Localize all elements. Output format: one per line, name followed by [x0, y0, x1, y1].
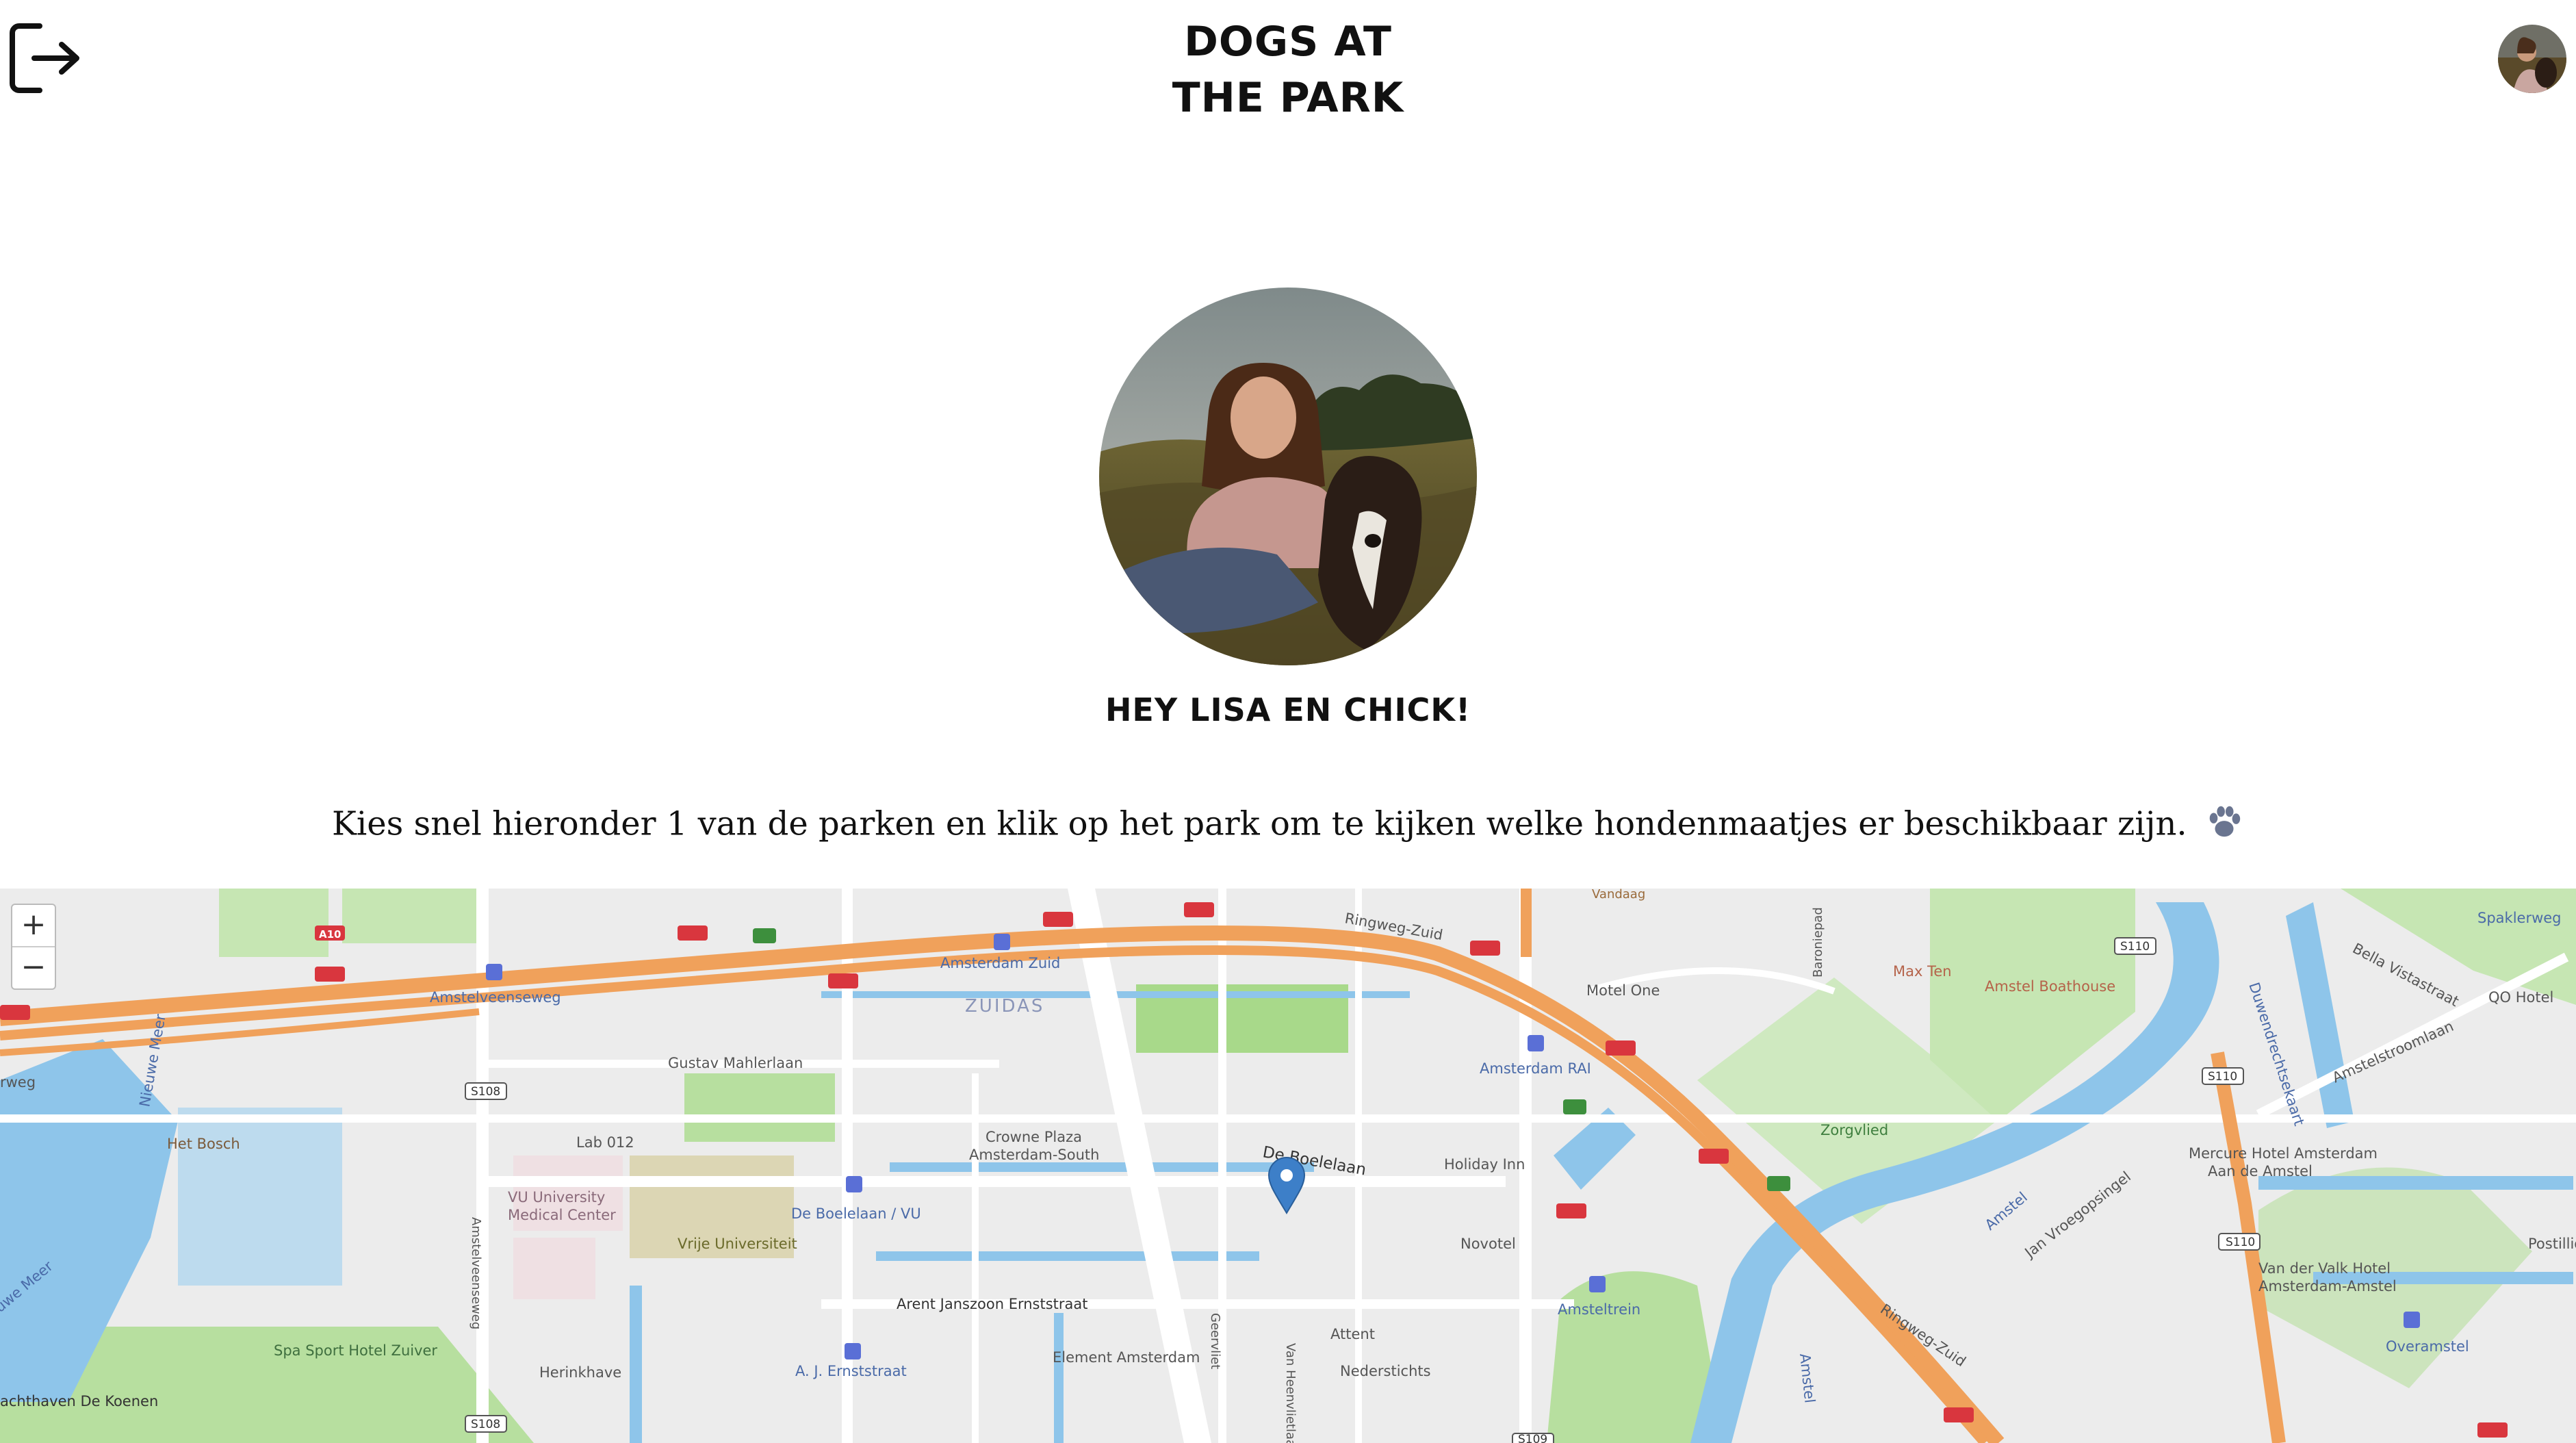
label-element-amsterdam: Element Amsterdam	[1053, 1349, 1200, 1366]
label-van-der-valk-2: Amsterdam-Amstel	[2258, 1278, 2397, 1294]
label-nieuwe-meer: Nieuwe Meer	[136, 1012, 169, 1108]
label-amsterdam-zuid: Amsterdam Zuid	[940, 955, 1060, 971]
intro-sentence: Kies snel hieronder 1 van de parken en k…	[332, 804, 2187, 843]
label-vandaag: Vandaag	[1592, 889, 1645, 902]
label-aj-ernststraat: A. J. Ernststraat	[795, 1363, 907, 1379]
zoom-control: + −	[11, 904, 56, 990]
label-vu-umc-1: VU University	[508, 1189, 605, 1205]
avatar-photo	[2498, 25, 2566, 93]
app-title-line2: THE PARK	[1172, 74, 1404, 122]
label-amstelveenseweg: Amstelveenseweg	[430, 989, 561, 1006]
shield-s110b: S110	[2208, 1070, 2237, 1084]
profile-photo	[1099, 288, 1477, 665]
label-mercure-2: Aan de Amstel	[2208, 1163, 2313, 1179]
label-vrije-universiteit: Vrije Universiteit	[678, 1236, 797, 1252]
label-de-boelelaan-vu: De Boelelaan / VU	[791, 1205, 921, 1222]
label-vu-umc-2: Medical Center	[508, 1207, 616, 1223]
label-attent: Attent	[1330, 1326, 1375, 1342]
shield-s110c: S110	[2226, 1236, 2255, 1249]
label-jan-vroegopsingel: Jan Vroegopsingel	[2021, 1169, 2134, 1262]
label-amsterdam-rai: Amsterdam RAI	[1480, 1060, 1591, 1077]
label-van-heenvlietlaan: Van Heenvlietlaan	[1283, 1343, 1298, 1443]
label-postillion: Postillion	[2528, 1236, 2576, 1252]
shield-s108a: S108	[471, 1085, 500, 1099]
label-crowne-2: Amsterdam-South	[969, 1147, 1099, 1163]
label-amstelstroomlaan: Amstelstroomlaan	[2330, 1018, 2456, 1086]
zoom-in-button[interactable]: +	[12, 905, 55, 946]
label-amstel-boathouse: Amstel Boathouse	[1985, 978, 2115, 995]
label-zuidas: ZUIDAS	[965, 996, 1044, 1017]
paw-icon	[2204, 802, 2244, 850]
shield-s110a: S110	[2120, 940, 2150, 954]
app-title-line1: DOGS AT	[1184, 18, 1392, 66]
profile-photo-image	[1099, 288, 1477, 665]
label-spaklerweg: Spaklerweg	[2477, 910, 2562, 926]
label-baroniepad: Baroniepad	[1811, 907, 1825, 978]
label-van-der-valk-1: Van der Valk Hotel	[2258, 1260, 2391, 1277]
label-motel-one: Motel One	[1586, 982, 1660, 999]
label-het-bosch: Het Bosch	[167, 1136, 240, 1152]
label-amstelweg: rweg	[0, 1074, 36, 1090]
shield-a10: A10	[319, 928, 341, 941]
label-amstel-3: Amstel	[1796, 1353, 1818, 1404]
label-holiday-inn: Holiday Inn	[1444, 1156, 1525, 1173]
map-marker-icon[interactable]	[1267, 1157, 1306, 1214]
label-gustav-mahlerlaan: Gustav Mahlerlaan	[668, 1055, 803, 1071]
label-duwendrechtsekade: Duwendrechtsekaart	[2245, 980, 2307, 1127]
label-overamstel: Overamstel	[2386, 1338, 2469, 1355]
park-map[interactable]: A10 Ringweg-Zuid Vandaag Spaklerweg Amst…	[0, 889, 2576, 1443]
label-lab-012: Lab 012	[576, 1134, 634, 1151]
label-ringweg-3: Ringweg-Zuid	[1877, 1301, 1969, 1370]
label-amstelveenseweg-2: Amstelveenseweg	[469, 1217, 483, 1329]
label-amstel-river: Amstel	[1982, 1189, 2031, 1234]
label-nieuwe-meer-2: uwe Meer	[0, 1257, 56, 1316]
shield-s108b: S108	[471, 1418, 500, 1431]
label-qo-hotel: QO Hotel	[2488, 989, 2553, 1006]
shield-s109: S109	[1518, 1433, 1547, 1443]
label-crowne-1: Crowne Plaza	[986, 1129, 1082, 1145]
label-ringweg-1: Ringweg-Zuid	[1343, 910, 1444, 943]
label-amsteltrein: Amsteltrein	[1558, 1301, 1640, 1318]
label-geervliet: Geervliet	[1208, 1313, 1222, 1369]
label-bella-vistastraat: Bella Vistastraat	[2350, 940, 2462, 1010]
label-herinkhave: Herinkhave	[539, 1364, 621, 1381]
user-avatar[interactable]	[2498, 25, 2566, 93]
label-max-ten: Max Ten	[1893, 963, 1952, 980]
label-mercure-1: Mercure Hotel Amsterdam	[2189, 1145, 2378, 1162]
app-title: DOGS AT THE PARK	[0, 14, 2576, 126]
label-jachthaven: achthaven De Koenen	[0, 1393, 158, 1409]
label-zorgvlied: Zorgvlied	[1820, 1122, 1888, 1138]
label-spa-sport-hotel: Spa Sport Hotel Zuiver	[274, 1342, 437, 1359]
label-arent-janszoon: Arent Janszoon Ernststraat	[897, 1296, 1088, 1312]
greeting: HEY LISA EN CHICK!	[1105, 691, 1471, 728]
intro-text: Kies snel hieronder 1 van de parken en k…	[0, 802, 2576, 850]
zoom-out-button[interactable]: −	[12, 946, 55, 988]
label-novotel: Novotel	[1460, 1236, 1516, 1252]
label-nederstichts: Nederstichts	[1340, 1363, 1431, 1379]
